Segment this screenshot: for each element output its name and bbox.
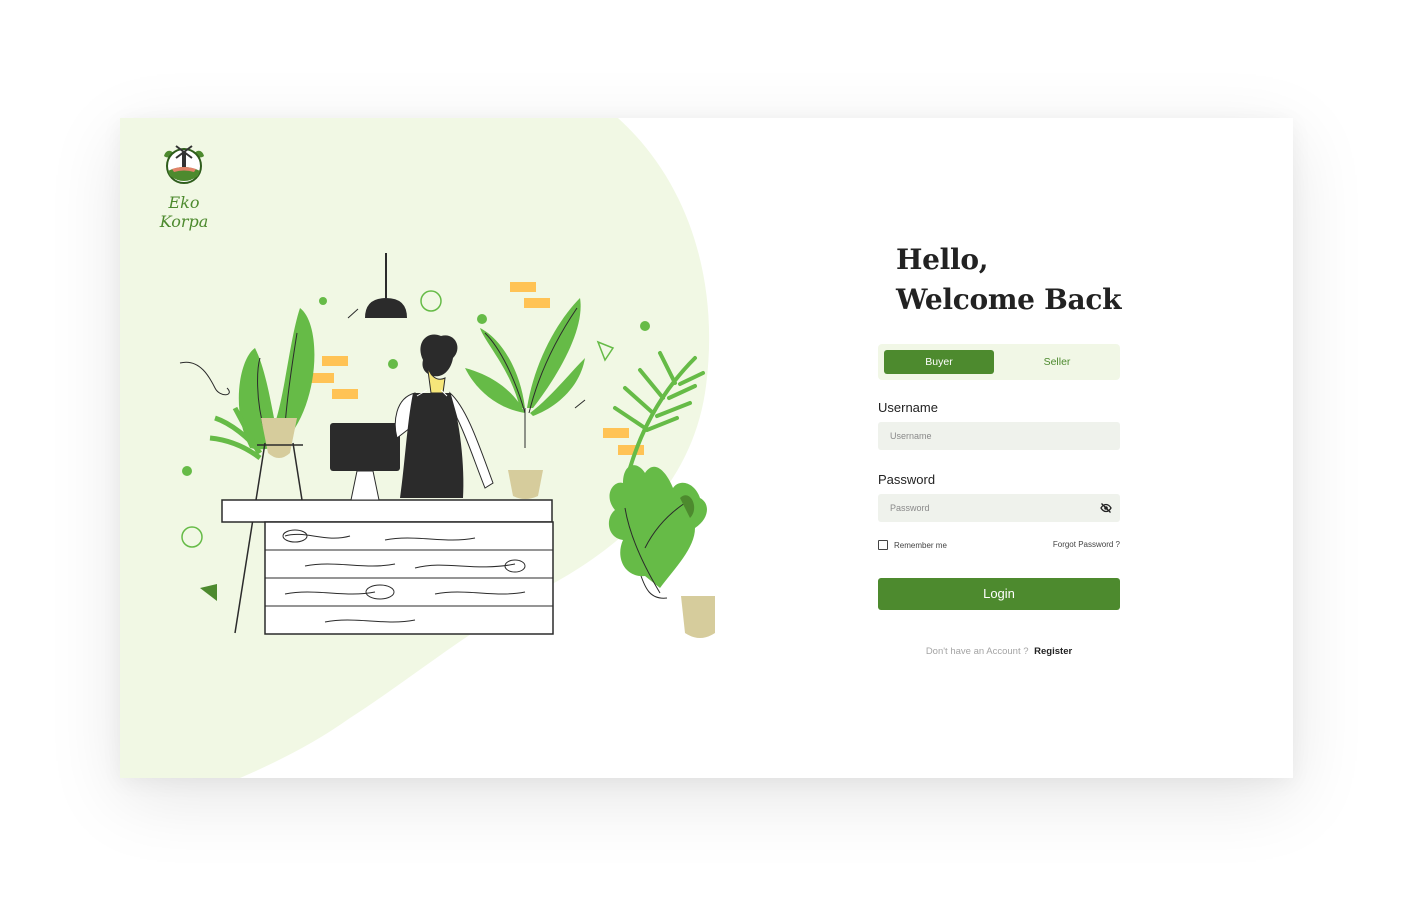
remember-me[interactable]: Remember me <box>878 539 947 551</box>
seller-tab[interactable]: Seller <box>1002 350 1112 374</box>
buyer-tab[interactable]: Buyer <box>884 350 994 374</box>
remember-checkbox[interactable] <box>878 540 888 550</box>
eye-off-icon[interactable] <box>1100 502 1112 514</box>
shopkeeper-illustration <box>179 253 715 638</box>
remember-label: Remember me <box>894 540 947 550</box>
brand-name: Eko Korpa <box>159 193 209 231</box>
register-prompt: Don't have an Account ? Register <box>878 646 1120 657</box>
login-card: Eko Korpa Hello, Welcome Back Buyer Sell… <box>120 118 1293 778</box>
register-link[interactable]: Register <box>1034 646 1072 657</box>
username-field[interactable] <box>878 422 1120 450</box>
register-prompt-text: Don't have an Account ? <box>925 646 1029 657</box>
username-label: Username <box>878 400 938 415</box>
greeting-line-2: Welcome Back <box>896 283 1122 316</box>
password-field[interactable] <box>878 494 1120 522</box>
password-label: Password <box>878 472 936 487</box>
windmill-logo-icon <box>164 145 204 184</box>
role-toggle: Buyer Seller <box>878 344 1120 380</box>
brand-logo[interactable]: Eko Korpa <box>142 138 226 231</box>
username-input[interactable] <box>890 422 1090 450</box>
welcome-heading: Hello, Welcome Back <box>896 240 1121 320</box>
password-input[interactable] <box>890 494 1090 522</box>
forgot-password-link[interactable]: Forgot Password ? <box>1053 539 1120 551</box>
greeting-line-1: Hello, <box>896 243 989 276</box>
login-button[interactable]: Login <box>878 578 1120 610</box>
